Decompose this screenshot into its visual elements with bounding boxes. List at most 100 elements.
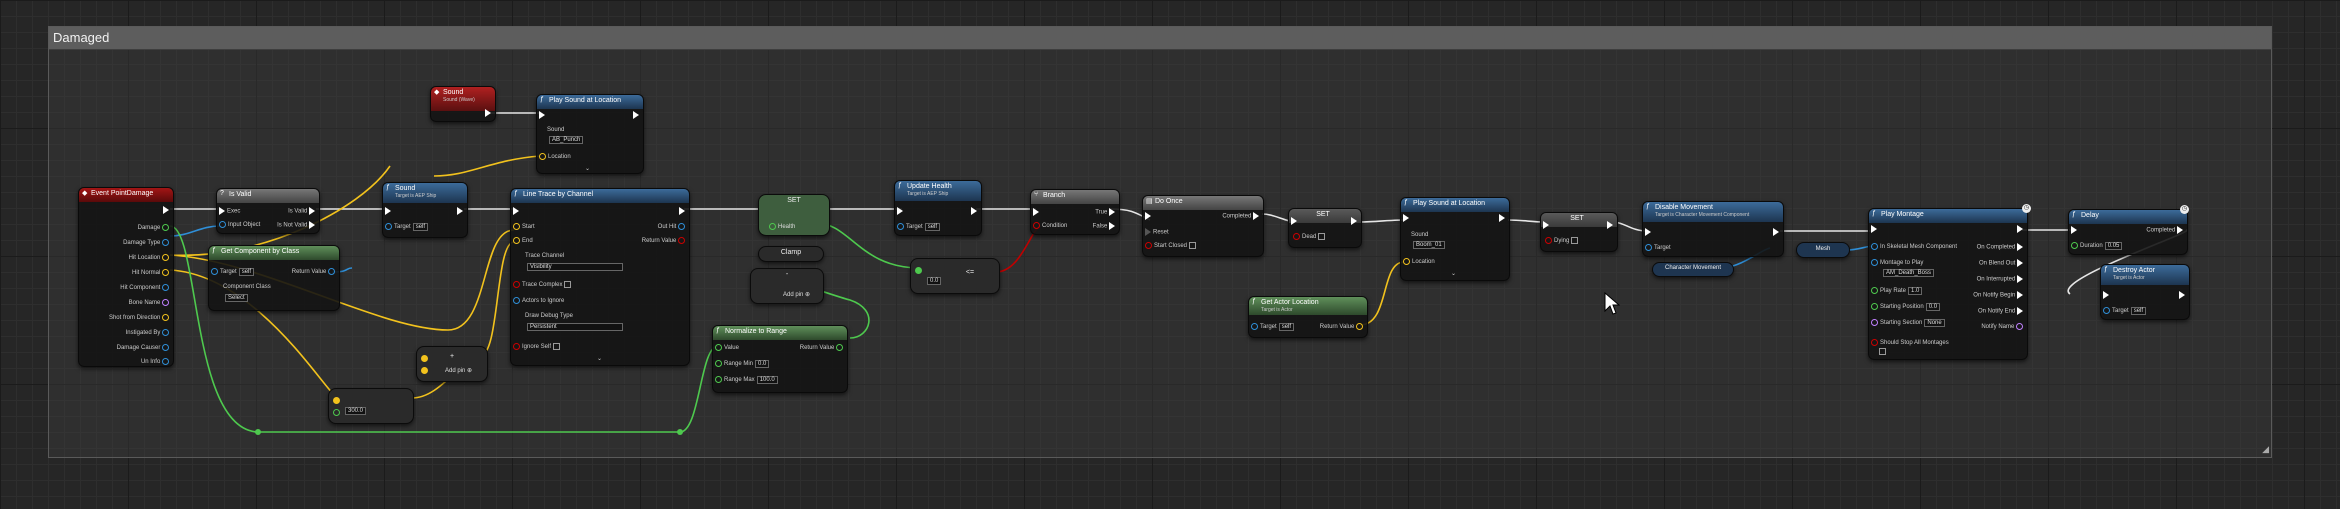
- delay-node[interactable]: ƒ Delay Completed Duration 0.05: [2068, 209, 2188, 255]
- pin-exec-in[interactable]: [1645, 228, 1653, 236]
- pin-is-not-valid[interactable]: Is Not Valid: [277, 221, 317, 229]
- pin-start-closed[interactable]: Start Closed: [1145, 242, 1197, 249]
- stop-all-checkbox[interactable]: [1877, 348, 1886, 355]
- pin-reset[interactable]: Reset: [1145, 228, 1169, 236]
- pin-duration[interactable]: Duration 0.05: [2071, 242, 2123, 251]
- pin-damage[interactable]: Damage: [138, 224, 171, 231]
- pin-completed[interactable]: Completed: [1222, 212, 1261, 220]
- pin-exec-out[interactable]: [1351, 217, 1359, 225]
- play-sound-at-location-node-2[interactable]: ƒ Play Sound at Location Sound Boom_01 Lo…: [1400, 197, 1510, 281]
- pin-location[interactable]: Location: [1403, 258, 1435, 265]
- pin-exec-out[interactable]: [1773, 228, 1781, 236]
- pin-return-value[interactable]: Return Value: [292, 268, 337, 275]
- pin-exec-in[interactable]: [2103, 291, 2111, 299]
- montage-asset-dropdown[interactable]: AM_Death_Boss: [1881, 269, 1935, 277]
- pin-play-rate[interactable]: Play Rate 1.0: [1871, 287, 1923, 296]
- pin-exec-in[interactable]: [1871, 225, 1879, 233]
- pin-ignore-self[interactable]: Ignore Self: [513, 343, 561, 350]
- pin-out-hit[interactable]: Out Hit: [658, 223, 687, 230]
- pin-on-completed[interactable]: On Completed: [1977, 243, 2025, 251]
- pin-true[interactable]: True: [1095, 208, 1117, 216]
- disable-movement-node[interactable]: ƒ Disable Movement Target is Character Mov…: [1642, 201, 1784, 257]
- is-valid-node[interactable]: ? Is Valid Exec Is Valid Input Object Is …: [216, 188, 320, 234]
- pin-damage-type[interactable]: Damage Type: [123, 239, 171, 246]
- pin-false[interactable]: False: [1093, 222, 1117, 230]
- pin-range-max[interactable]: Range Max 100.0: [715, 376, 778, 385]
- pin-exec-out[interactable]: [2017, 225, 2025, 233]
- pin-exec-in[interactable]: [1543, 221, 1551, 229]
- pin-exec-in[interactable]: [385, 207, 393, 215]
- pin-trace-complex[interactable]: Trace Complex: [513, 281, 572, 288]
- pin-notify-name[interactable]: Notify Name: [1981, 323, 2025, 330]
- pin-target[interactable]: Target self: [385, 223, 429, 232]
- pin-sound[interactable]: Sound: [1411, 232, 1428, 238]
- pin-exec-in[interactable]: [1403, 214, 1411, 222]
- get-component-by-class-node[interactable]: ƒ Get Component by Class Target self Retur…: [208, 245, 340, 311]
- pin-return-value[interactable]: Return Value: [642, 237, 687, 244]
- pin-exec-out[interactable]: [2179, 291, 2187, 299]
- pin-exec-out[interactable]: [1607, 221, 1615, 229]
- pin-hit-location[interactable]: Hit Location: [129, 254, 171, 261]
- pin-exec-in[interactable]: [897, 207, 905, 215]
- branch-node[interactable]: ⑂ Branch True Condition False: [1030, 189, 1120, 235]
- pin-montage-to-play[interactable]: Montage to Play: [1871, 259, 1923, 266]
- pin-sound[interactable]: Sound: [547, 127, 564, 133]
- subtract-node[interactable]: - Add pin ⊕: [750, 268, 824, 304]
- pin-dead[interactable]: Dead: [1293, 233, 1326, 240]
- pin-actors-to-ignore[interactable]: Actors to Ignore: [513, 297, 564, 304]
- get-actor-location-node[interactable]: ƒ Get Actor Location Target is Actor Targe…: [1248, 296, 1368, 338]
- set-health-node[interactable]: SET Health: [758, 194, 830, 236]
- pin-draw-debug-type[interactable]: Draw Debug Type: [525, 313, 573, 319]
- pin-completed[interactable]: Completed: [2146, 226, 2185, 234]
- pin-on-blend-out[interactable]: On Blend Out: [1979, 259, 2025, 267]
- clamp-node[interactable]: Clamp: [758, 246, 824, 262]
- pin-on-interrupted[interactable]: On Interrupted: [1977, 275, 2025, 283]
- destroy-actor-node[interactable]: ƒ Destroy Actor Target is Actor Target self: [2100, 264, 2190, 320]
- pin-bone-name[interactable]: Bone Name: [129, 299, 171, 306]
- pin-on-notify-end[interactable]: On Notify End: [1978, 307, 2025, 315]
- event-pointdamage-node[interactable]: ◆ Event PointDamage Damage Damage Type Hi…: [78, 187, 174, 367]
- pin-target[interactable]: Target: [1645, 244, 1671, 251]
- pin-un-info[interactable]: Un Info: [141, 358, 171, 365]
- character-movement-getter[interactable]: Character Movement: [1652, 262, 1734, 277]
- pin-start[interactable]: Start: [513, 223, 535, 230]
- pin-exec-in[interactable]: [1145, 212, 1153, 220]
- pin-exec-out[interactable]: [971, 207, 979, 215]
- pin-dying[interactable]: Dying: [1545, 237, 1579, 244]
- class-select-dropdown[interactable]: Select: [223, 294, 248, 302]
- pin-condition[interactable]: Condition: [1033, 222, 1067, 229]
- pin-value[interactable]: Value: [715, 344, 739, 351]
- pin-location[interactable]: Location: [539, 153, 571, 160]
- set-dying-node[interactable]: SET Dying: [1540, 212, 1618, 252]
- pin-stop-all-montages[interactable]: Should Stop All Montages: [1871, 339, 1949, 346]
- pin-exec-in[interactable]: [539, 111, 547, 119]
- normalize-to-range-node[interactable]: ƒ Normalize to Range Value Return Value R…: [712, 325, 848, 393]
- mesh-getter[interactable]: Mesh: [1796, 242, 1850, 258]
- pin-return-value[interactable]: Return Value: [800, 344, 845, 351]
- multiplier-value-field[interactable]: 300.0: [345, 407, 367, 415]
- play-montage-node[interactable]: ƒ Play Montage In Skeletal Mesh Component…: [1868, 208, 2028, 360]
- pin-exec-out[interactable]: [1499, 214, 1507, 222]
- expand-chevron-icon[interactable]: ⌄: [585, 165, 590, 172]
- pin-exec-in[interactable]: [1033, 208, 1041, 216]
- pin-starting-section[interactable]: Starting Section None: [1871, 319, 1945, 328]
- compare-value-field[interactable]: 0.0: [927, 277, 942, 285]
- sound-asset-dropdown[interactable]: Boom_01: [1411, 241, 1445, 249]
- sound-getter-node[interactable]: ƒ Sound Target is AEP Ship Target self: [382, 182, 468, 238]
- pin-on-notify-begin[interactable]: On Notify Begin: [1973, 291, 2025, 299]
- pin-target[interactable]: Target self: [211, 268, 255, 277]
- play-sound-at-location-node[interactable]: ƒ Play Sound at Location Sound AB_Punch L…: [536, 94, 644, 174]
- pin-damage-causer[interactable]: Damage Causer: [117, 344, 171, 351]
- pin-exec-out[interactable]: [457, 207, 465, 215]
- pin-exec-out[interactable]: [633, 111, 641, 119]
- pin-exec-in[interactable]: Exec: [219, 207, 240, 215]
- add-pin-button[interactable]: Add pin ⊕: [783, 291, 810, 298]
- pin-return-value[interactable]: Return Value: [1320, 323, 1365, 330]
- pin-shot-direction[interactable]: Shot from Direction: [109, 314, 171, 321]
- less-equal-node[interactable]: <= 0.0: [910, 258, 1000, 294]
- vector-add-node[interactable]: + Add pin ⊕: [416, 346, 488, 382]
- sound-asset-dropdown[interactable]: AB_Punch: [547, 136, 584, 144]
- pin-target[interactable]: Target self: [2103, 307, 2147, 316]
- pin-exec-in[interactable]: [2071, 226, 2079, 234]
- pin-exec-in[interactable]: [1291, 217, 1299, 225]
